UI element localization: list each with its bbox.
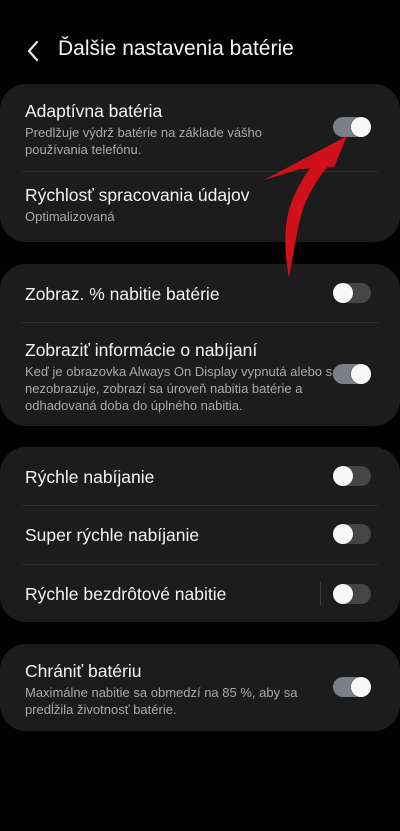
toggle-knob — [333, 524, 353, 544]
settings-group-charging: Rýchle nabíjanie Super rýchle nabíjanie … — [0, 447, 400, 622]
fast-wireless-charging-label: Rýchle bezdrôtové nabitie — [25, 584, 227, 604]
charging-info-label: Zobraziť informácie o nabíjaní — [25, 340, 258, 360]
processing-speed-value: Optimalizovaná — [25, 209, 115, 224]
page-title: Ďalšie nastavenia batérie — [58, 37, 294, 60]
charging-info-description: Keď je obrazovka Always On Display vypnu… — [25, 364, 340, 413]
fast-charging-toggle[interactable] — [333, 466, 371, 486]
fast-wireless-charging-toggle[interactable] — [333, 584, 371, 604]
processing-speed-label: Rýchlosť spracovania údajov — [25, 185, 250, 205]
protect-battery-label: Chrániť batériu — [25, 661, 142, 681]
adaptive-battery-toggle[interactable] — [333, 117, 371, 137]
toggle-knob — [351, 677, 371, 697]
fast-charging-row[interactable]: Rýchle nabíjanie — [0, 447, 400, 505]
fast-wireless-charging-row[interactable]: Rýchle bezdrôtové nabitie — [0, 565, 400, 622]
processing-speed-row[interactable]: Rýchlosť spracovania údajov Optimalizova… — [0, 172, 400, 242]
settings-group-display: Zobraz. % nabitie batérie Zobraziť infor… — [0, 264, 400, 426]
settings-group-protection: Chrániť batériu Maximálne nabitie sa obm… — [0, 644, 400, 731]
battery-percentage-toggle[interactable] — [333, 283, 371, 303]
super-fast-charging-row[interactable]: Super rýchle nabíjanie — [0, 506, 400, 564]
adaptive-battery-label: Adaptívna batéria — [25, 101, 163, 121]
toggle-knob — [351, 364, 371, 384]
settings-group-battery: Adaptívna batéria Predlžuje výdrž batéri… — [0, 84, 400, 242]
toggle-knob — [333, 283, 353, 303]
charging-info-row[interactable]: Zobraziť informácie o nabíjaní Keď je ob… — [0, 323, 400, 426]
adaptive-battery-description: Predlžuje výdrž batérie na základe vášho… — [25, 125, 263, 157]
super-fast-charging-label: Super rýchle nabíjanie — [25, 525, 200, 545]
chevron-left-icon — [27, 40, 39, 62]
protect-battery-row[interactable]: Chrániť batériu Maximálne nabitie sa obm… — [0, 644, 400, 731]
toggle-knob — [333, 584, 353, 604]
battery-percentage-row[interactable]: Zobraz. % nabitie batérie — [0, 264, 400, 322]
adaptive-battery-row[interactable]: Adaptívna batéria Predlžuje výdrž batéri… — [0, 84, 400, 170]
super-fast-charging-toggle[interactable] — [333, 524, 371, 544]
protect-battery-toggle[interactable] — [333, 677, 371, 697]
fast-charging-label: Rýchle nabíjanie — [25, 467, 155, 487]
back-button[interactable] — [22, 38, 44, 64]
toggle-knob — [351, 117, 371, 137]
battery-percentage-label: Zobraz. % nabitie batérie — [25, 284, 220, 304]
protect-battery-description: Maximálne nabitie sa obmedzí na 85 %, ab… — [25, 685, 298, 717]
toggle-knob — [333, 466, 353, 486]
vertical-divider — [320, 582, 321, 606]
charging-info-toggle[interactable] — [333, 364, 371, 384]
